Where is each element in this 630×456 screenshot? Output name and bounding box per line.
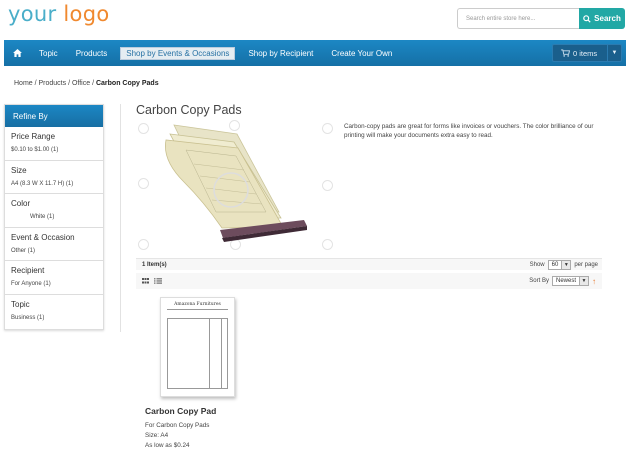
- refine-sidebar: Refine By Price Range $0.10 to $1.00 (1)…: [4, 104, 104, 330]
- facet-option[interactable]: For Anyone (1): [11, 281, 97, 287]
- grid-view-icon[interactable]: [142, 278, 149, 284]
- product-size: Size: A4: [145, 432, 169, 439]
- cart-icon: [557, 49, 573, 57]
- thumbnail-title: Amazona Furnitures: [174, 302, 221, 307]
- facet-option[interactable]: Other (1): [11, 248, 97, 254]
- nav-products[interactable]: Products: [67, 47, 117, 60]
- category-description: Carbon-copy pads are great for forms lik…: [344, 123, 594, 139]
- breadcrumb-path[interactable]: Home / Products / Office /: [14, 80, 96, 87]
- search-input[interactable]: Search entire store here...: [457, 8, 579, 29]
- facet-event-occasion: Event & Occasion Other (1): [5, 228, 103, 261]
- show-label: Show: [529, 261, 545, 268]
- per-page-value: 60: [551, 261, 559, 268]
- product-price: As low as $0.24: [145, 442, 190, 449]
- facet-title: Color: [11, 199, 31, 208]
- nav-shop-by-recipient[interactable]: Shop by Recipient: [239, 47, 322, 60]
- sort-toolbar: Sort By Newest ▼ ↑: [136, 273, 602, 289]
- chevron-down-icon: ▼: [561, 260, 571, 269]
- thumbnail-rule: [167, 318, 168, 388]
- refine-title: Refine By: [5, 105, 103, 127]
- thumbnail-rule: [227, 318, 228, 388]
- home-link[interactable]: [4, 49, 30, 57]
- facet-option[interactable]: White (1): [11, 214, 97, 220]
- limiter: Show 60 ▼ per page: [529, 259, 598, 270]
- list-view-icon[interactable]: [154, 278, 162, 284]
- nav-create-your-own[interactable]: Create Your Own: [322, 47, 401, 60]
- thumbnail-rule: [221, 318, 222, 388]
- breadcrumb-current: Carbon Copy Pads: [95, 80, 159, 87]
- facet-recipient: Recipient For Anyone (1): [5, 261, 103, 295]
- facet-title: Recipient: [11, 266, 45, 275]
- search-bar: Search entire store here... Search: [457, 8, 625, 29]
- thumbnail-rule: [209, 318, 210, 388]
- facet-title: Size: [11, 165, 27, 175]
- facet-size: Size A4 (8.3 W X 11.7 H) (1): [5, 161, 103, 194]
- facet-option[interactable]: Business (1): [11, 315, 97, 321]
- facet-title: Event & Occasion: [11, 232, 75, 242]
- item-count: 1 Item(s): [142, 261, 167, 268]
- facet-option[interactable]: A4 (8.3 W X 11.7 H) (1): [11, 181, 97, 187]
- search-icon: [583, 14, 591, 23]
- product-name[interactable]: Carbon Copy Pad: [145, 406, 216, 416]
- facet-price-range: Price Range $0.10 to $1.00 (1): [5, 127, 103, 161]
- product-description: For Carbon Copy Pads: [145, 422, 210, 429]
- facet-title: Topic: [11, 299, 30, 309]
- sort-label: Sort By: [529, 278, 549, 284]
- column-divider: [120, 104, 121, 332]
- product-thumbnail[interactable]: Amazona Furnitures: [160, 297, 235, 397]
- thumbnail-rule: [167, 388, 228, 389]
- facet-topic: Topic Business (1): [5, 295, 103, 329]
- logo-text-secondary: logo: [63, 2, 110, 26]
- nav-topic[interactable]: Topic: [30, 47, 67, 60]
- search-button[interactable]: Search: [579, 8, 625, 29]
- results-toolbar: 1 Item(s) Show 60 ▼ per page: [136, 258, 602, 270]
- chevron-down-icon: ▼: [579, 277, 588, 285]
- logo-text-primary: your: [8, 2, 57, 26]
- main-navigation: Topic Products Shop by Events & Occasion…: [4, 40, 626, 66]
- home-icon: [12, 49, 22, 57]
- nav-shop-by-events[interactable]: Shop by Events & Occasions: [120, 46, 236, 60]
- breadcrumb: Home / Products / Office / Carbon Copy P…: [14, 80, 159, 87]
- carbon-pad-image: [165, 124, 307, 242]
- thumbnail-rule: [167, 309, 228, 310]
- facet-option[interactable]: $0.10 to $1.00 (1): [11, 147, 97, 153]
- sort-select[interactable]: Newest ▼: [551, 276, 589, 286]
- cart-count: 0 items: [573, 48, 598, 58]
- site-logo[interactable]: your logo: [8, 2, 109, 26]
- thumbnail-rule: [167, 318, 228, 319]
- page-title: Carbon Copy Pads: [136, 103, 242, 117]
- chevron-down-icon[interactable]: ▼: [607, 45, 621, 61]
- search-button-label: Search: [594, 14, 621, 23]
- facet-title: Price Range: [11, 132, 56, 141]
- facet-color: Color White (1): [5, 194, 103, 228]
- sort-value: Newest: [555, 278, 576, 284]
- view-mode: [142, 278, 162, 284]
- cart-button[interactable]: 0 items ▼: [552, 44, 622, 62]
- per-page-select[interactable]: 60 ▼: [547, 259, 572, 270]
- sorter: Sort By Newest ▼ ↑: [529, 276, 596, 286]
- sort-direction-icon[interactable]: ↑: [592, 277, 596, 286]
- category-image: [136, 120, 335, 252]
- per-page-label: per page: [574, 261, 598, 268]
